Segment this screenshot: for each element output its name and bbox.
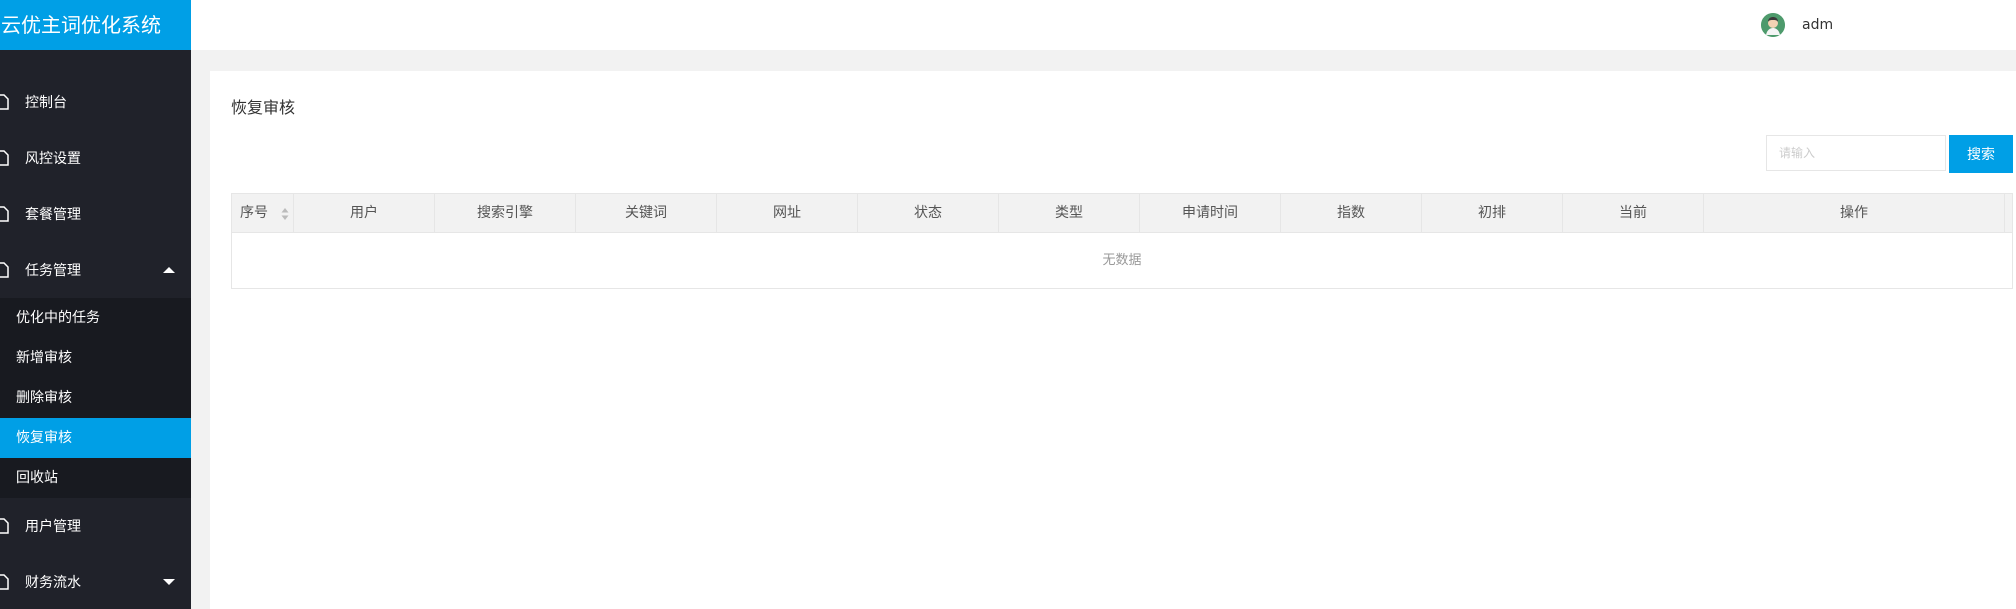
chevron-up-icon [163,267,175,273]
sidebar-item-restore-review[interactable]: 恢复审核 [0,418,191,458]
file-icon [0,206,9,222]
task-submenu: 优化中的任务 新增审核 删除审核 恢复审核 回收站 [0,298,191,498]
column-header-index: 指数 [1281,194,1422,232]
column-header-url: 网址 [717,194,858,232]
sidebar-item-label: 任务管理 [25,263,81,279]
column-header-apply-time: 申请时间 [1140,194,1281,232]
column-header-seq[interactable]: 序号 [232,194,294,232]
sidebar-menu: 控制台 风控设置 套餐管理 任务管理 优化中的任务 新增审核 删除审核 恢复审核… [0,74,191,609]
search-button[interactable]: 搜索 [1949,135,2013,173]
avatar[interactable] [1761,13,1785,37]
sidebar: 云优主词优化系统 控制台 风控设置 套餐管理 任务管理 优化中的任务 新增审核 … [0,0,191,609]
column-header-label: 序号 [240,205,268,221]
table-header: 序号 用户 搜索引擎 关键词 网址 状态 类型 申请时间 指数 初排 当前 操作 [232,194,2012,233]
sidebar-item-risk-settings[interactable]: 风控设置 [0,130,191,186]
column-header-initial-rank: 初排 [1422,194,1563,232]
sidebar-item-label: 控制台 [25,95,67,111]
sidebar-item-label: 财务流水 [25,575,81,591]
sidebar-item-label: 套餐管理 [25,207,81,223]
main-card: 恢复审核 搜索 序号 用户 搜索引擎 关键词 网址 状态 类型 申请时间 指数 … [210,71,2016,609]
sidebar-item-recycle-bin[interactable]: 回收站 [0,458,191,498]
search-input[interactable] [1766,135,1946,171]
sort-icon[interactable] [281,207,289,221]
column-header-current-rank: 当前 [1563,194,1704,232]
sidebar-item-packages[interactable]: 套餐管理 [0,186,191,242]
sidebar-item-delete-review[interactable]: 删除审核 [0,378,191,418]
data-table: 序号 用户 搜索引擎 关键词 网址 状态 类型 申请时间 指数 初排 当前 操作… [231,193,2013,289]
user-name[interactable]: adm [1802,17,1833,33]
column-header-keyword: 关键词 [576,194,717,232]
file-icon [0,262,9,278]
column-header-user: 用户 [294,194,435,232]
sidebar-item-new-review[interactable]: 新增审核 [0,338,191,378]
sidebar-item-finance[interactable]: 财务流水 [0,554,191,609]
column-header-status: 状态 [858,194,999,232]
file-icon [0,518,9,534]
user-avatar-icon [1761,13,1785,37]
file-icon [0,574,9,590]
file-icon [0,150,9,166]
file-icon [0,94,9,110]
page-title: 恢复审核 [231,98,296,117]
column-header-actions: 操作 [1704,194,2005,232]
user-menu[interactable]: adm [1761,0,1833,50]
column-header-type: 类型 [999,194,1140,232]
table-empty-state: 无数据 [1102,253,1142,268]
sidebar-item-users[interactable]: 用户管理 [0,498,191,554]
column-header-search-engine: 搜索引擎 [435,194,576,232]
top-header [191,0,2016,50]
sidebar-item-label: 用户管理 [25,519,81,535]
chevron-down-icon [163,579,175,585]
sidebar-item-optimizing-tasks[interactable]: 优化中的任务 [0,298,191,338]
sidebar-item-dashboard[interactable]: 控制台 [0,74,191,130]
sidebar-item-tasks[interactable]: 任务管理 [0,242,191,298]
app-title: 云优主词优化系统 [0,0,191,50]
sidebar-item-label: 风控设置 [25,151,81,167]
